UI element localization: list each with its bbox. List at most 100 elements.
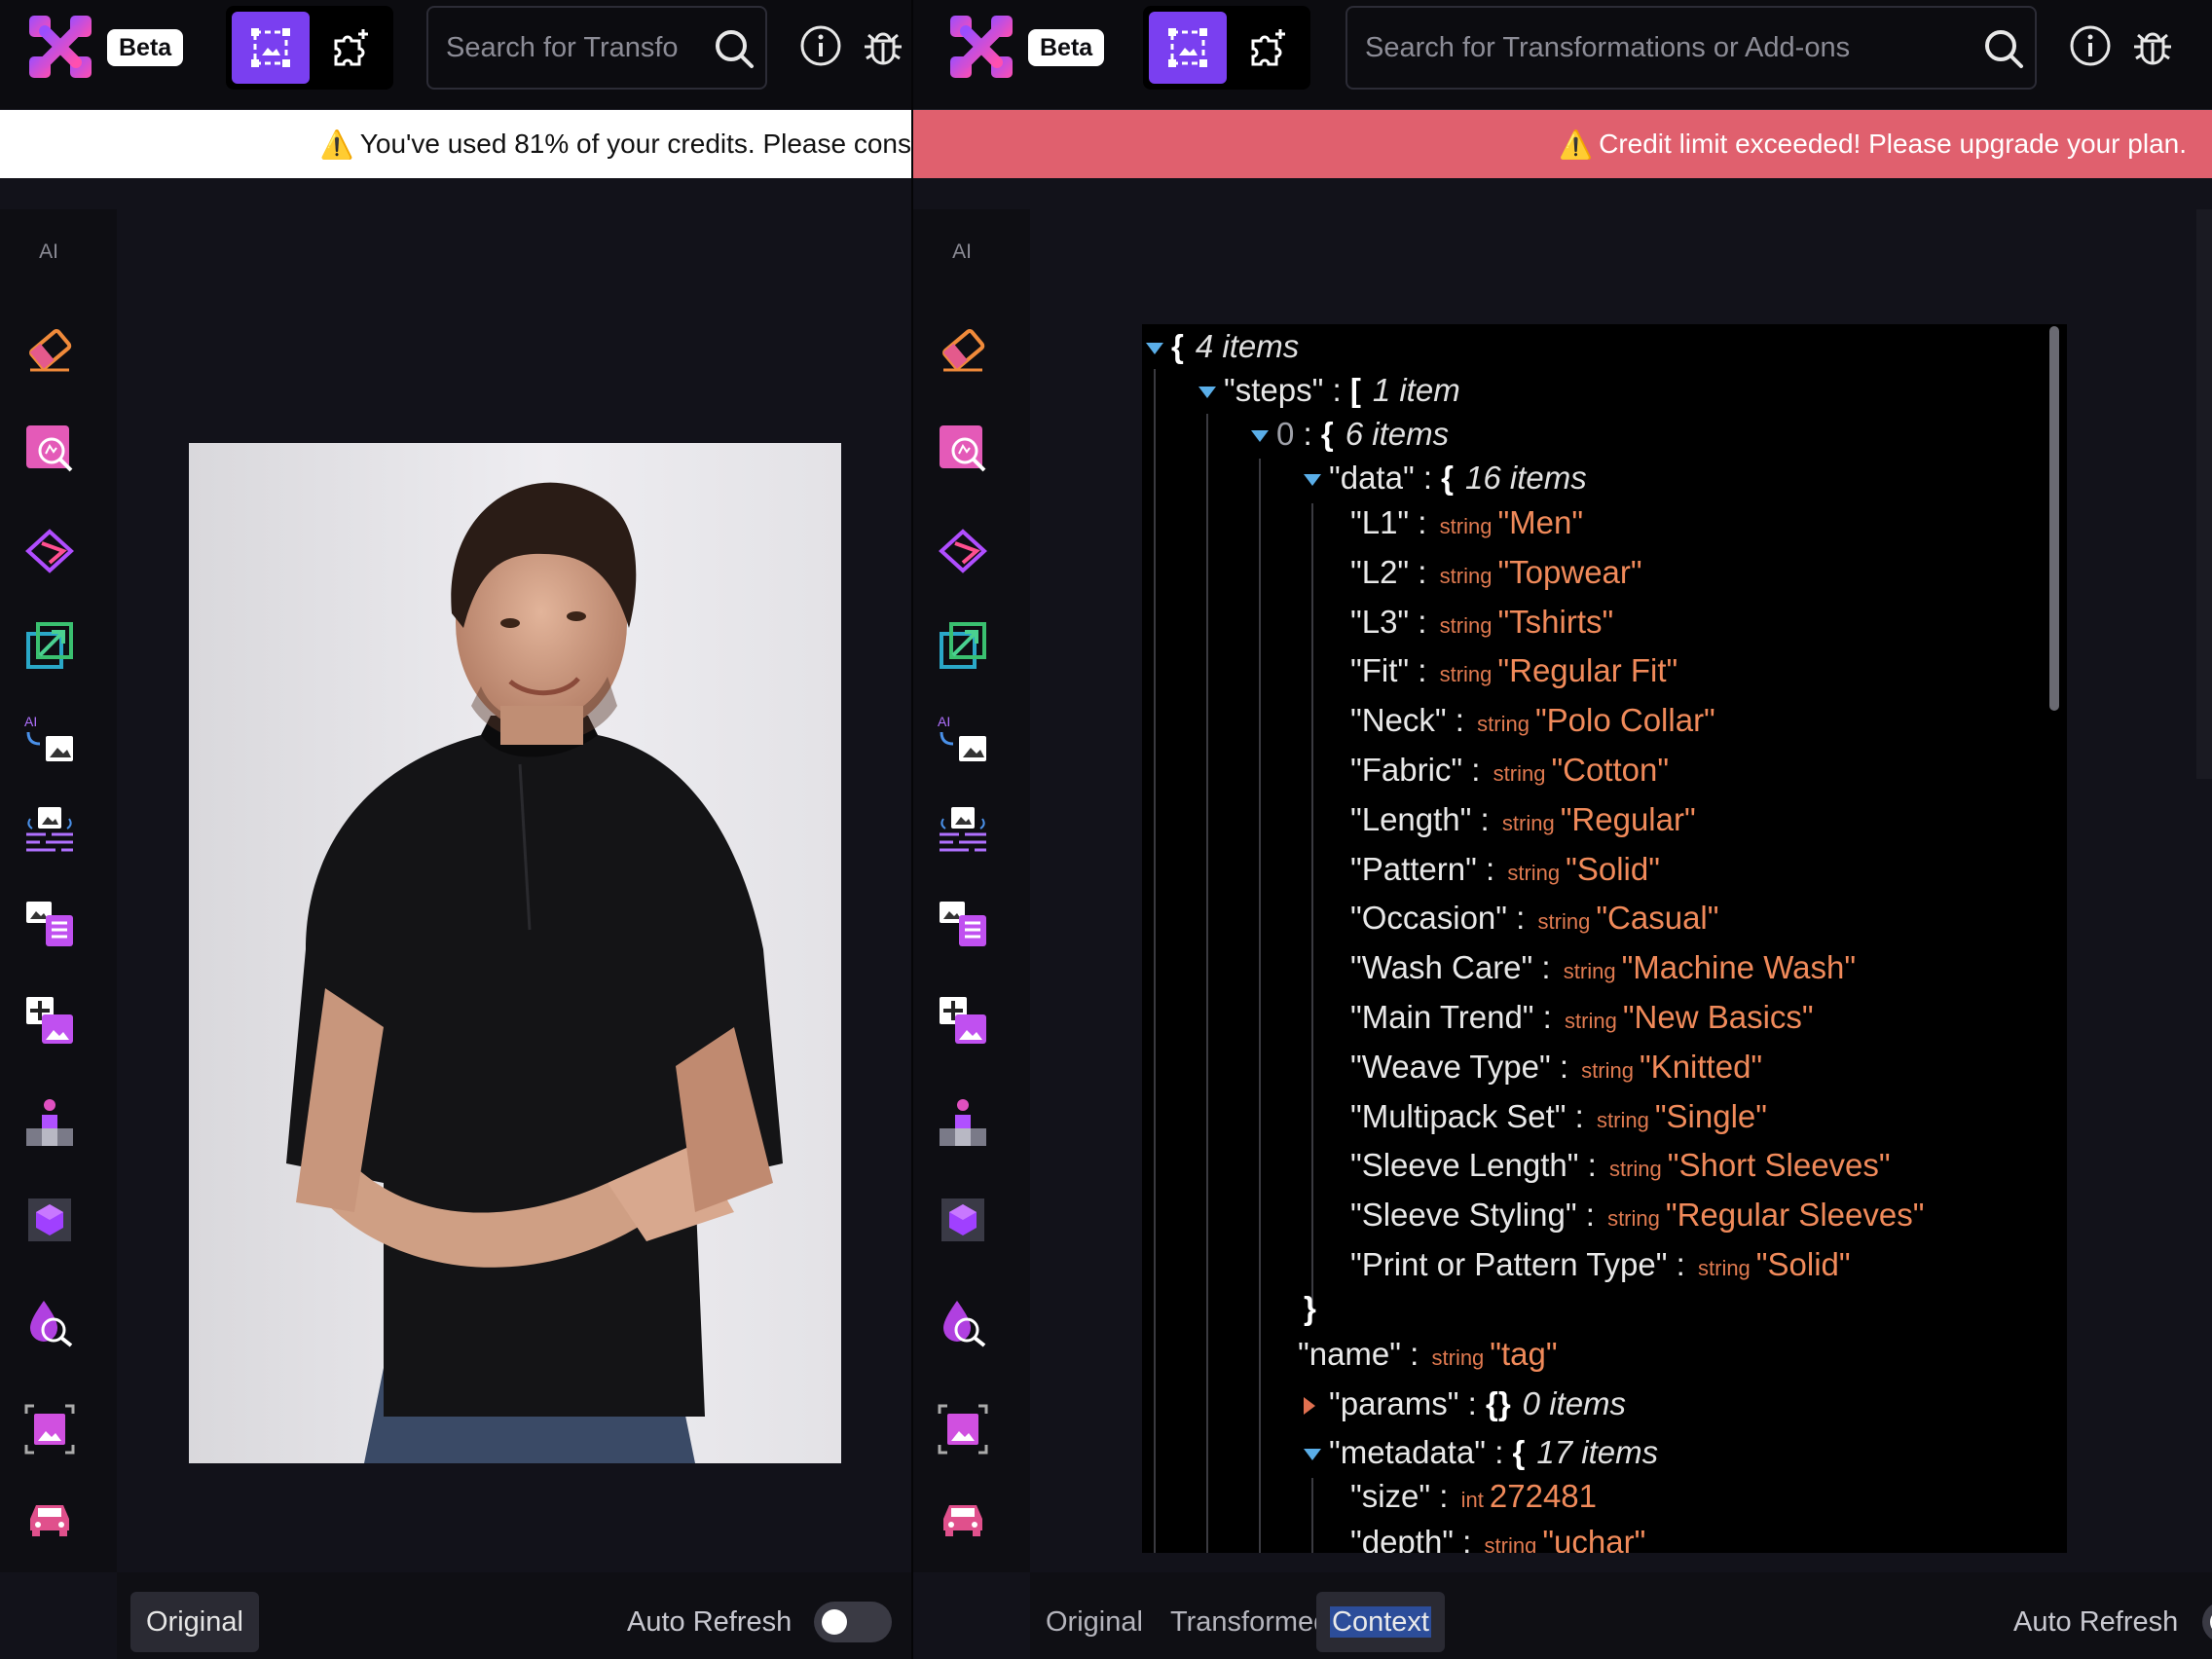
ai-image-icon[interactable]: AI xyxy=(18,706,82,770)
beta-badge: Beta xyxy=(1028,29,1105,66)
bug-icon[interactable] xyxy=(861,23,905,68)
auto-refresh-toggle[interactable] xyxy=(2202,1602,2212,1642)
json-colon: : xyxy=(1409,504,1436,540)
tab-original[interactable]: Original xyxy=(1030,1592,1159,1652)
person-stand-icon[interactable] xyxy=(931,1090,995,1155)
cube-icon[interactable] xyxy=(931,1188,995,1252)
json-data-field[interactable]: "Print or Pattern Type" : string "Solid" xyxy=(1350,1242,1851,1287)
transform-mode-button[interactable] xyxy=(232,12,310,84)
crop-image-icon[interactable] xyxy=(18,1397,82,1461)
original-image xyxy=(189,443,841,1463)
json-value: "Men" xyxy=(1497,504,1584,540)
tools-sidebar: AI AI xyxy=(0,209,117,1572)
json-key: "Wash Care" xyxy=(1350,949,1533,986)
transform-mode-button[interactable] xyxy=(1149,12,1227,84)
diamond-layers-icon[interactable] xyxy=(18,519,82,583)
eraser-icon[interactable] xyxy=(18,316,82,381)
json-size-field[interactable]: "size" : int 272481 xyxy=(1350,1474,1597,1519)
json-data-field[interactable]: "L3" : string "Tshirts" xyxy=(1350,600,1613,645)
add-image-icon[interactable] xyxy=(931,988,995,1052)
addons-mode-button[interactable] xyxy=(1229,12,1307,84)
image-search-icon[interactable] xyxy=(18,417,82,481)
eraser-icon[interactable] xyxy=(931,316,995,381)
json-value: "Casual" xyxy=(1596,900,1719,937)
json-root-node[interactable]: {4 items xyxy=(1146,324,1299,369)
info-icon[interactable] xyxy=(798,23,843,68)
json-depth-field[interactable]: "depth" : string "uchar" xyxy=(1350,1520,1645,1553)
image-list-icon[interactable] xyxy=(931,891,995,955)
json-data-field[interactable]: "Weave Type" : string "Knitted" xyxy=(1350,1045,1762,1089)
json-colon: : xyxy=(1566,1097,1594,1134)
resize-export-icon[interactable] xyxy=(931,613,995,678)
tab-context[interactable]: Context xyxy=(1316,1592,1445,1652)
car-icon[interactable] xyxy=(18,1485,82,1549)
json-data-node[interactable]: "data" : {16 items xyxy=(1304,456,1587,500)
json-data-field[interactable]: "Multipack Set" : string "Single" xyxy=(1350,1094,1767,1139)
json-type: string xyxy=(1501,810,1555,835)
car-icon[interactable] xyxy=(931,1485,995,1549)
drop-search-icon[interactable] xyxy=(18,1290,82,1354)
expand-caret-icon[interactable] xyxy=(1198,387,1216,399)
collapsed-caret-icon[interactable] xyxy=(1304,1397,1315,1416)
json-data-field[interactable]: "Length" : string "Regular" xyxy=(1350,797,1696,842)
json-value: "Short Sleeves" xyxy=(1667,1147,1891,1184)
expand-caret-icon[interactable] xyxy=(1146,343,1163,355)
search-input[interactable] xyxy=(446,8,709,88)
mode-switcher xyxy=(226,6,393,90)
json-data-field[interactable]: "Fit" : string "Regular Fit" xyxy=(1350,648,1677,693)
json-params-node[interactable]: "params" : {} 0 items xyxy=(1304,1382,1626,1426)
drop-search-icon[interactable] xyxy=(931,1290,995,1354)
search-input[interactable] xyxy=(1365,8,1969,88)
json-data-field[interactable]: "Occasion" : string "Casual" xyxy=(1350,896,1718,940)
credit-error-banner: ⚠️ Credit limit exceeded! Please upgrade… xyxy=(913,110,2212,178)
json-data-field[interactable]: "Pattern" : string "Solid" xyxy=(1350,847,1660,892)
json-data-field[interactable]: "Wash Care" : string "Machine Wash" xyxy=(1350,945,1856,990)
json-data-field[interactable]: "L2" : string "Topwear" xyxy=(1350,550,1642,595)
json-data-field[interactable]: "L1" : string "Men" xyxy=(1350,500,1583,545)
sidebar-section-label: AI xyxy=(952,240,972,263)
json-data-field[interactable]: "Fabric" : string "Cotton" xyxy=(1350,748,1669,793)
expand-caret-icon[interactable] xyxy=(1304,474,1321,487)
diamond-layers-icon[interactable] xyxy=(931,519,995,583)
json-key: "Sleeve Styling" xyxy=(1350,1197,1577,1234)
json-type: string xyxy=(1439,514,1493,538)
json-context-viewer[interactable]: {4 items "steps" : [1 item 0 : {6 items … xyxy=(1142,324,2067,1553)
json-metadata-node[interactable]: "metadata" : {17 items xyxy=(1304,1430,1658,1475)
image-text-icon[interactable] xyxy=(931,798,995,863)
json-data-field[interactable]: "Neck" : string "Polo Collar" xyxy=(1350,698,1715,743)
auto-refresh-toggle[interactable] xyxy=(814,1602,892,1642)
json-steps-node[interactable]: "steps" : [1 item xyxy=(1198,368,1460,413)
logo-icon xyxy=(948,14,1014,80)
search-icon[interactable] xyxy=(713,27,756,70)
info-icon[interactable] xyxy=(2068,23,2113,68)
cube-icon[interactable] xyxy=(18,1188,82,1252)
image-list-icon[interactable] xyxy=(18,891,82,955)
json-type: string xyxy=(1565,1009,1617,1033)
json-name-field[interactable]: "name" : string "tag" xyxy=(1298,1332,1558,1377)
resize-export-icon[interactable] xyxy=(18,613,82,678)
json-data-field[interactable]: "Main Trend" : string "New Basics" xyxy=(1350,995,1814,1040)
json-key: "L1" xyxy=(1350,504,1410,540)
json-step-0-node[interactable]: 0 : {6 items xyxy=(1251,412,1449,457)
json-type: string xyxy=(1608,1157,1662,1182)
bug-icon[interactable] xyxy=(2130,23,2175,68)
json-colon: : xyxy=(1409,652,1436,689)
json-key: "Print or Pattern Type" xyxy=(1350,1246,1668,1282)
expand-caret-icon[interactable] xyxy=(1251,430,1269,443)
image-text-icon[interactable] xyxy=(18,798,82,863)
expand-caret-icon[interactable] xyxy=(1304,1449,1321,1461)
json-value: "Regular" xyxy=(1560,800,1696,837)
json-data-field[interactable]: "Sleeve Length" : string "Short Sleeves" xyxy=(1350,1143,1891,1188)
search-icon[interactable] xyxy=(1982,27,2025,70)
search-box xyxy=(426,6,767,90)
json-scrollbar[interactable] xyxy=(2049,326,2059,711)
person-stand-icon[interactable] xyxy=(18,1090,82,1155)
tab-original[interactable]: Original xyxy=(130,1592,259,1652)
ai-image-icon[interactable]: AI xyxy=(931,706,995,770)
add-image-icon[interactable] xyxy=(18,988,82,1052)
crop-image-icon[interactable] xyxy=(931,1397,995,1461)
addons-mode-button[interactable] xyxy=(312,12,389,84)
json-data-field[interactable]: "Sleeve Styling" : string "Regular Sleeve… xyxy=(1350,1193,1924,1237)
json-type: string xyxy=(1439,563,1493,588)
image-search-icon[interactable] xyxy=(931,417,995,481)
